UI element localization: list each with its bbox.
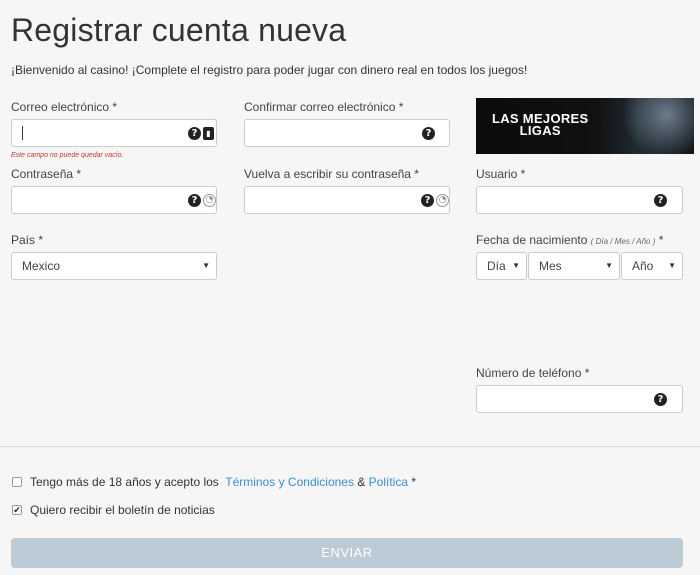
page-subtitle: ¡Bienvenido al casino! ¡Complete el regi…	[11, 63, 528, 77]
promo-banner[interactable]: LAS MEJORES LIGAS	[476, 98, 694, 154]
birth-year-select[interactable]: Año ▼	[621, 252, 683, 280]
birth-month-select[interactable]: Mes ▼	[528, 252, 620, 280]
username-field[interactable]: ?	[476, 186, 683, 214]
question-circle-icon[interactable]: ?	[422, 127, 435, 140]
confirm-email-field[interactable]: ?	[244, 119, 450, 147]
birthdate-format-hint: ( Día / Mes / Año )	[590, 237, 656, 246]
newsletter-label: Quiero recibir el boletín de noticias	[30, 503, 215, 517]
confirm-password-label: Vuelva a escribir su contraseña *	[244, 167, 419, 181]
question-circle-icon[interactable]: ?	[188, 127, 201, 140]
country-selected-value: Mexico	[22, 259, 61, 273]
confirm-email-label: Confirmar correo electrónico *	[244, 100, 404, 114]
chevron-down-icon: ▼	[202, 261, 210, 270]
stadium-lights-graphic	[604, 98, 694, 154]
username-label: Usuario *	[476, 167, 526, 181]
question-circle-icon[interactable]: ?	[421, 194, 434, 207]
question-circle-icon[interactable]: ?	[654, 393, 667, 406]
chevron-down-icon: ▼	[605, 261, 613, 270]
id-card-icon[interactable]: ▮	[203, 127, 214, 140]
text-cursor	[22, 126, 23, 140]
terms-text: Tengo más de 18 años y acepto los Términ…	[30, 475, 417, 489]
banner-text: LAS MEJORES LIGAS	[492, 111, 589, 138]
terms-checkbox[interactable]	[12, 477, 22, 487]
newsletter-checkbox[interactable]: ✔	[12, 505, 22, 515]
question-circle-icon[interactable]: ?	[188, 194, 201, 207]
show-password-icon[interactable]: ◔	[203, 194, 216, 207]
birthdate-label: Fecha de nacimiento ( Día / Mes / Año ) …	[476, 233, 664, 247]
confirm-password-field[interactable]: ? ◔	[244, 186, 450, 214]
country-select[interactable]: Mexico ▼	[11, 252, 217, 280]
phone-label: Número de teléfono *	[476, 366, 590, 380]
chevron-down-icon: ▼	[668, 261, 676, 270]
chevron-down-icon: ▼	[512, 261, 520, 270]
email-error: Este campo no puede quedar vacío.	[11, 152, 124, 159]
country-label: País *	[11, 233, 44, 247]
phone-field[interactable]: ?	[476, 385, 683, 413]
email-field[interactable]: ? ▮	[11, 119, 217, 147]
policy-link[interactable]: Política	[369, 475, 408, 489]
email-label: Correo electrónico *	[11, 100, 118, 114]
submit-button[interactable]: ENVIAR	[11, 538, 683, 568]
birth-day-select[interactable]: Día ▼	[476, 252, 527, 280]
section-divider	[0, 446, 700, 447]
password-label: Contraseña *	[11, 167, 82, 181]
password-field[interactable]: ? ◔	[11, 186, 217, 214]
page-title: Registrar cuenta nueva	[11, 12, 347, 48]
question-circle-icon[interactable]: ?	[654, 194, 667, 207]
show-password-icon[interactable]: ◔	[436, 194, 449, 207]
terms-link[interactable]: Términos y Condiciones	[225, 475, 354, 489]
